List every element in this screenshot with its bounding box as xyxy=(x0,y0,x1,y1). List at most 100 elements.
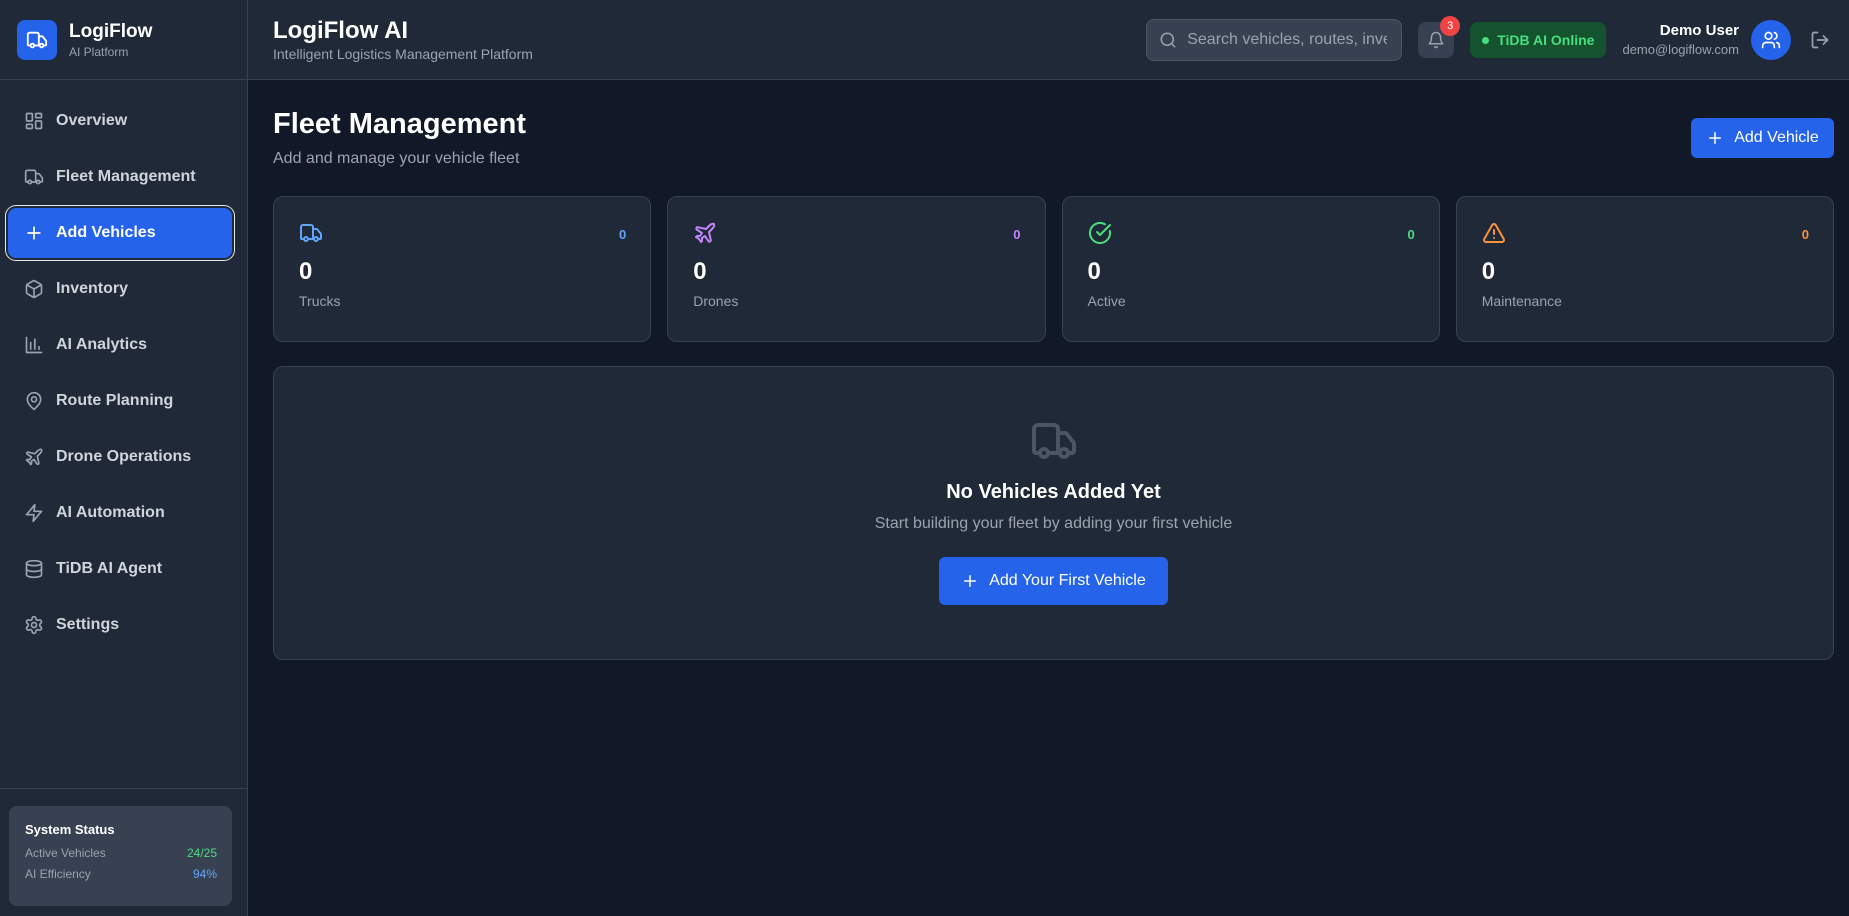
gear-icon xyxy=(24,615,44,635)
notification-badge: 3 xyxy=(1440,16,1461,36)
sidebar-item-label: AI Analytics xyxy=(56,336,147,353)
sidebar-item-label: Drone Operations xyxy=(56,448,192,465)
stat-count: 0 xyxy=(1801,227,1809,242)
add-first-vehicle-button[interactable]: Add Your First Vehicle xyxy=(939,557,1168,605)
app-title: LogiFlow AI xyxy=(273,16,409,44)
empty-state-card: No Vehicles Added Yet Start building you… xyxy=(273,366,1834,660)
sidebar-item-tidb-ai-agent[interactable]: TiDB AI Agent xyxy=(8,544,232,594)
add-vehicle-button[interactable]: Add Vehicle xyxy=(1691,118,1834,158)
online-label: TiDB AI Online xyxy=(1497,32,1595,48)
status-value: 24/25 xyxy=(186,846,217,860)
stat-count: 0 xyxy=(619,227,627,242)
avatar[interactable] xyxy=(1751,20,1791,60)
plus-icon xyxy=(1706,129,1734,147)
main-content: Fleet Management Add and manage your veh… xyxy=(273,80,1834,660)
stat-count: 0 xyxy=(1407,227,1415,242)
plus-icon xyxy=(961,572,989,590)
check-circle-icon xyxy=(1088,221,1415,245)
stat-card-active: 0 0 Active xyxy=(1061,196,1440,342)
sidebar-item-drone-operations[interactable]: Drone Operations xyxy=(8,432,232,482)
stat-label: Drones xyxy=(693,293,739,309)
brand-name: LogiFlow xyxy=(69,20,153,42)
sidebar-item-label: Inventory xyxy=(56,280,129,297)
system-status-card: System Status Active Vehicles 24/25 AI E… xyxy=(9,806,232,906)
add-vehicle-label: Add Vehicle xyxy=(1734,129,1819,146)
truck-icon xyxy=(17,19,57,60)
plane-icon xyxy=(24,447,44,467)
stat-value: 0 xyxy=(299,258,313,285)
stat-card-maintenance: 0 0 Maintenance xyxy=(1455,196,1834,342)
sidebar: LogiFlow AI Platform Overview Fleet Mana… xyxy=(0,0,248,916)
sidebar-item-settings[interactable]: Settings xyxy=(8,600,232,650)
sidebar-item-ai-automation[interactable]: AI Automation xyxy=(8,488,232,538)
sidebar-item-label: Fleet Management xyxy=(56,168,196,185)
header-actions: 3 TiDB AI Online Demo User demo@logiflow… xyxy=(1146,0,1849,80)
page-subtitle: Add and manage your vehicle fleet xyxy=(273,150,520,167)
status-row-active-vehicles: Active Vehicles 24/25 xyxy=(25,846,217,860)
stat-value: 0 xyxy=(1087,258,1101,285)
empty-state-title: No Vehicles Added Yet xyxy=(946,481,1161,503)
system-status-section: System Status Active Vehicles 24/25 AI E… xyxy=(0,788,248,916)
search-box[interactable] xyxy=(1146,19,1403,61)
map-pin-icon xyxy=(24,391,44,411)
system-status-title: System Status xyxy=(25,822,115,837)
stat-value: 0 xyxy=(693,258,707,285)
alert-triangle-icon xyxy=(1482,221,1809,245)
grid-icon xyxy=(24,111,44,131)
sidebar-item-inventory[interactable]: Inventory xyxy=(8,264,232,314)
page-header: Fleet Management Add and manage your veh… xyxy=(273,80,1834,196)
brand-subtitle: AI Platform xyxy=(69,44,129,59)
sidebar-item-label: AI Automation xyxy=(56,504,165,521)
sidebar-item-label: Add Vehicles xyxy=(56,224,156,241)
app-subtitle: Intelligent Logistics Management Platfor… xyxy=(273,45,533,62)
sidebar-item-overview[interactable]: Overview xyxy=(8,96,232,146)
bell-icon xyxy=(1427,31,1445,49)
logout-icon xyxy=(1810,30,1830,50)
sidebar-nav: Overview Fleet Management Add Vehicles I… xyxy=(0,80,247,650)
truck-icon xyxy=(1030,417,1078,465)
status-value: 94% xyxy=(192,867,217,881)
truck-icon xyxy=(299,221,626,245)
stat-card-drones: 0 0 Drones xyxy=(667,196,1046,342)
bar-chart-icon xyxy=(24,335,44,355)
stat-card-trucks: 0 0 Trucks xyxy=(273,196,652,342)
sidebar-item-fleet-management[interactable]: Fleet Management xyxy=(8,152,232,202)
user-name: Demo User xyxy=(1659,22,1739,39)
user-info: Demo User demo@logiflow.com xyxy=(1622,21,1739,59)
brand[interactable]: LogiFlow AI Platform xyxy=(0,0,247,80)
logout-button[interactable] xyxy=(1806,26,1834,54)
zap-icon xyxy=(24,503,44,523)
status-label: AI Efficiency xyxy=(25,867,91,881)
notifications-button[interactable]: 3 xyxy=(1418,16,1461,58)
search-input[interactable] xyxy=(1187,31,1388,49)
empty-state-subtitle: Start building your fleet by adding your… xyxy=(874,515,1233,532)
stat-value: 0 xyxy=(1481,258,1496,285)
status-label: Active Vehicles xyxy=(25,846,106,860)
truck-icon xyxy=(24,167,44,187)
stats-row: 0 0 Trucks 0 0 Drones 0 0 Active 0 0 Mai… xyxy=(273,196,1834,342)
top-header: LogiFlow AI Intelligent Logistics Manage… xyxy=(248,0,1849,80)
sidebar-item-add-vehicles[interactable]: Add Vehicles xyxy=(8,208,232,258)
sidebar-item-label: Overview xyxy=(56,112,128,129)
add-first-vehicle-label: Add Your First Vehicle xyxy=(989,572,1146,589)
sidebar-item-label: Settings xyxy=(56,616,120,633)
status-row-ai-efficiency: AI Efficiency 94% xyxy=(25,867,217,881)
stat-label: Active xyxy=(1087,293,1126,309)
users-icon xyxy=(1761,30,1781,50)
database-icon xyxy=(24,559,44,579)
plane-icon xyxy=(693,221,1020,245)
sidebar-item-ai-analytics[interactable]: AI Analytics xyxy=(8,320,232,370)
page-title: Fleet Management xyxy=(273,108,526,140)
package-icon xyxy=(24,279,44,299)
stat-label: Maintenance xyxy=(1481,293,1562,309)
search-icon xyxy=(1159,31,1177,49)
status-badge: TiDB AI Online xyxy=(1470,22,1607,58)
plus-icon xyxy=(24,223,44,243)
sidebar-item-label: TiDB AI Agent xyxy=(56,560,163,577)
stat-count: 0 xyxy=(1013,227,1021,242)
sidebar-item-label: Route Planning xyxy=(56,392,174,409)
online-dot-icon xyxy=(1482,36,1490,44)
stat-label: Trucks xyxy=(299,293,341,309)
sidebar-item-route-planning[interactable]: Route Planning xyxy=(8,376,232,426)
user-email: demo@logiflow.com xyxy=(1622,42,1739,57)
